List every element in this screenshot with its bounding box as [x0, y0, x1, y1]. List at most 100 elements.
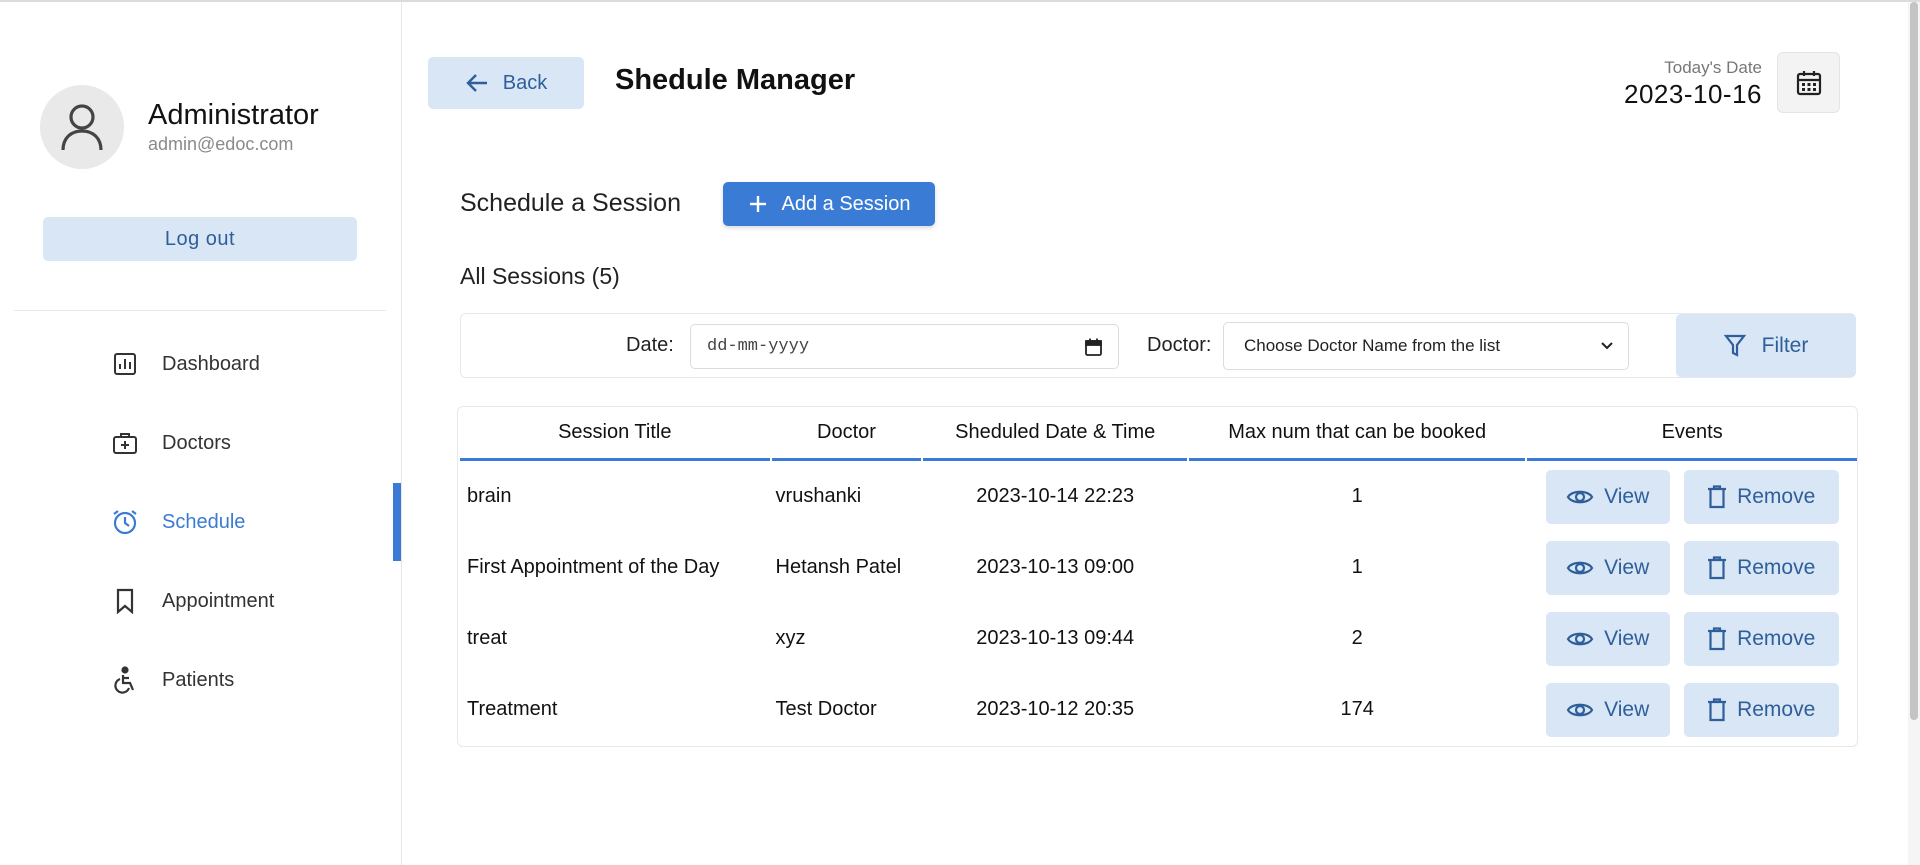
- trash-icon: [1708, 697, 1727, 721]
- sidebar-item-dashboard[interactable]: Dashboard: [0, 325, 402, 403]
- header-scheduled-datetime: Sheduled Date & Time: [923, 407, 1187, 461]
- remove-button[interactable]: Remove: [1683, 682, 1839, 737]
- sidebar-item-label: Dashboard: [162, 352, 260, 375]
- cell-session-title: Treatment: [467, 698, 558, 720]
- app-window: Administrator admin@edoc.com Log out Das…: [0, 0, 1920, 865]
- remove-label: Remove: [1737, 555, 1816, 579]
- eye-icon: [1566, 632, 1594, 645]
- doctor-filter-label: Doctor:: [1147, 334, 1212, 356]
- trash-icon: [1708, 626, 1727, 650]
- remove-label: Remove: [1737, 484, 1816, 508]
- view-label: View: [1604, 484, 1650, 508]
- schedule-heading: Schedule a Session: [460, 189, 681, 217]
- sidebar-item-label: Doctors: [162, 431, 231, 454]
- eye-icon: [1566, 561, 1594, 574]
- filter-button[interactable]: Filter: [1676, 314, 1856, 377]
- view-button[interactable]: View: [1545, 611, 1670, 666]
- sidebar-item-patients[interactable]: Patients: [0, 641, 402, 719]
- view-label: View: [1604, 626, 1650, 650]
- user-avatar-icon: [40, 85, 124, 169]
- header-max-bookings: Max num that can be booked: [1188, 407, 1526, 461]
- profile-email: admin@edoc.com: [148, 134, 294, 154]
- cell-datetime: 2023-10-12 20:35: [976, 698, 1135, 720]
- cell-datetime: 2023-10-14 22:23: [976, 485, 1135, 507]
- page-title: Shedule Manager: [615, 64, 856, 96]
- cell-session-title: treat: [467, 627, 508, 649]
- calendar-button[interactable]: [1777, 52, 1840, 113]
- eye-icon: [1566, 703, 1594, 716]
- back-label: Back: [502, 71, 548, 94]
- sidebar-item-label: Patients: [162, 668, 235, 691]
- table-header-row: Session Title Doctor Sheduled Date & Tim…: [460, 407, 1857, 461]
- cell-datetime: 2023-10-13 09:44: [976, 627, 1135, 649]
- logout-button[interactable]: Log out: [43, 217, 357, 261]
- chart-icon: [110, 352, 140, 376]
- table-row: First Appointment of the Day Hetansh Pat…: [460, 532, 1857, 603]
- remove-button[interactable]: Remove: [1683, 540, 1839, 595]
- page-scrollbar[interactable]: [1908, 2, 1920, 865]
- date-filter-input[interactable]: dd-mm-yyyy: [690, 324, 1119, 369]
- date-placeholder: dd-mm-yyyy: [707, 337, 810, 356]
- medical-kit-icon: [110, 430, 140, 456]
- sidebar-item-label: Appointment: [162, 589, 275, 612]
- sidebar-divider: [14, 310, 386, 311]
- remove-button[interactable]: Remove: [1683, 611, 1839, 666]
- filter-bar: Date: dd-mm-yyyy Doctor: Choose Doctor N…: [460, 313, 1856, 378]
- back-button[interactable]: Back: [428, 57, 584, 109]
- view-button[interactable]: View: [1545, 540, 1670, 595]
- bookmark-icon: [110, 588, 140, 614]
- view-button[interactable]: View: [1545, 469, 1670, 524]
- funnel-icon: [1723, 334, 1746, 357]
- cell-doctor: Hetansh Patel: [775, 556, 902, 578]
- active-nav-indicator: [393, 483, 401, 561]
- cell-session-title: First Appointment of the Day: [467, 556, 720, 578]
- sidebar-item-schedule[interactable]: Schedule: [0, 483, 402, 561]
- doctor-select-value: Choose Doctor Name from the list: [1244, 336, 1501, 355]
- add-session-label: Add a Session: [781, 192, 911, 215]
- header-session-title: Session Title: [460, 407, 770, 461]
- remove-label: Remove: [1737, 697, 1816, 721]
- view-label: View: [1604, 697, 1650, 721]
- calendar-icon: [1796, 70, 1821, 95]
- cell-doctor: xyz: [775, 627, 806, 649]
- today-date-label: Today's Date: [1664, 58, 1762, 77]
- table-row: treat xyz 2023-10-13 09:44 2 View Remove: [460, 603, 1857, 674]
- today-date: Today's Date 2023-10-16: [1624, 58, 1762, 110]
- alarm-clock-icon: [110, 508, 140, 536]
- remove-button[interactable]: Remove: [1683, 469, 1839, 524]
- view-button[interactable]: View: [1545, 682, 1670, 737]
- trash-icon: [1708, 484, 1727, 508]
- cell-events: View Remove: [1527, 532, 1857, 603]
- chevron-down-icon: [1601, 342, 1613, 350]
- plus-icon: [749, 196, 766, 212]
- header-events: Events: [1527, 407, 1857, 461]
- cell-doctor: Test Doctor: [775, 698, 877, 720]
- sidebar: Administrator admin@edoc.com Log out Das…: [0, 2, 402, 865]
- cell-max-bookings: 1: [1351, 485, 1363, 507]
- cell-max-bookings: 174: [1340, 698, 1374, 720]
- filter-label: Filter: [1761, 333, 1809, 357]
- cell-max-bookings: 1: [1351, 556, 1363, 578]
- all-sessions-count: All Sessions (5): [460, 263, 620, 289]
- eye-icon: [1566, 490, 1594, 503]
- remove-label: Remove: [1737, 626, 1816, 650]
- add-session-button[interactable]: Add a Session: [723, 182, 935, 226]
- calendar-picker-icon[interactable]: [1085, 338, 1102, 356]
- cell-events: View Remove: [1527, 461, 1857, 532]
- cell-max-bookings: 2: [1351, 627, 1363, 649]
- scrollbar-thumb[interactable]: [1910, 2, 1918, 720]
- profile-card: Administrator admin@edoc.com: [40, 85, 319, 169]
- sidebar-item-label: Schedule: [162, 510, 246, 533]
- sidebar-item-appointment[interactable]: Appointment: [0, 562, 402, 640]
- table-row: brain vrushanki 2023-10-14 22:23 1 View …: [460, 461, 1857, 532]
- sidebar-item-doctors[interactable]: Doctors: [0, 404, 402, 482]
- cell-datetime: 2023-10-13 09:00: [976, 556, 1135, 578]
- table-row: Treatment Test Doctor 2023-10-12 20:35 1…: [460, 674, 1857, 745]
- cell-doctor: vrushanki: [775, 485, 862, 507]
- view-label: View: [1604, 555, 1650, 579]
- date-filter-label: Date:: [626, 334, 674, 356]
- doctor-select[interactable]: Choose Doctor Name from the list: [1223, 322, 1629, 370]
- today-date-value: 2023-10-16: [1624, 79, 1762, 109]
- profile-name: Administrator: [148, 99, 319, 131]
- header-doctor: Doctor: [771, 407, 922, 461]
